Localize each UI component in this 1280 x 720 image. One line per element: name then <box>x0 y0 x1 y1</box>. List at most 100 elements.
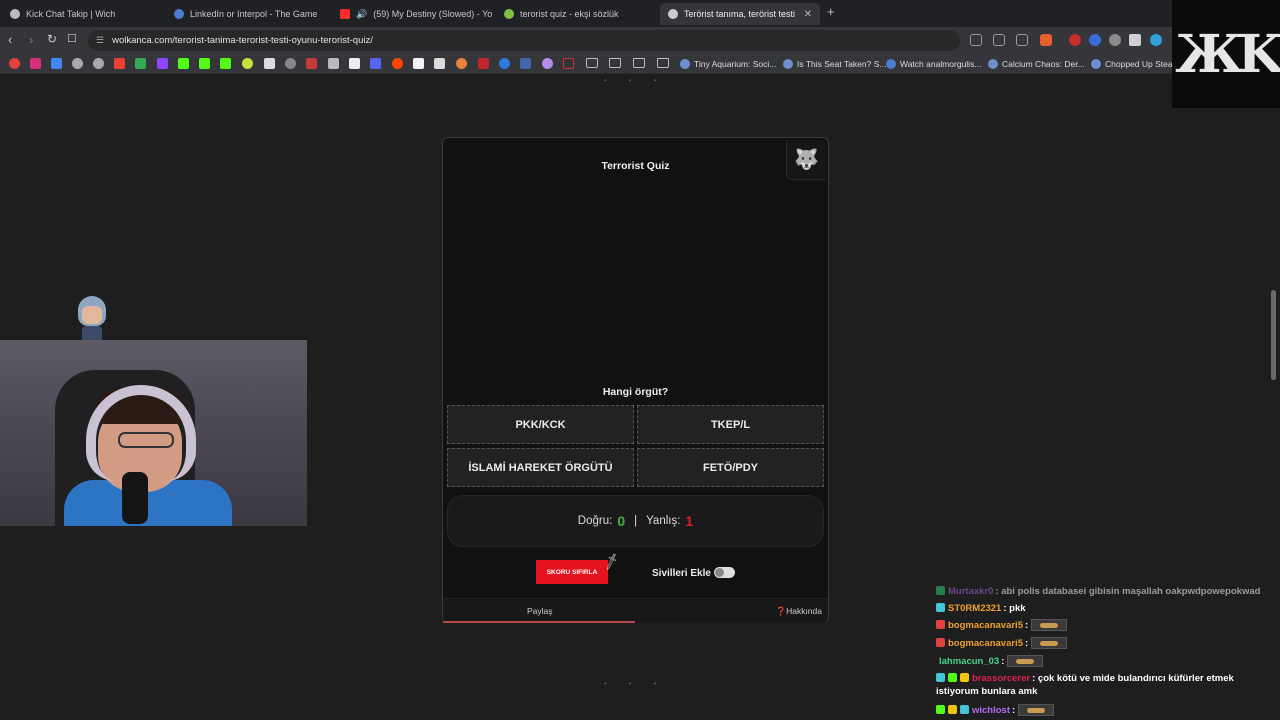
chat-badge-icon <box>960 673 969 682</box>
bookmark-label: Is This Seat Taken? S... <box>797 59 887 69</box>
bookmark-icon[interactable] <box>328 58 339 69</box>
tab-youtube[interactable]: 🔊 (59) My Destiny (Slowed) - YouTu <box>332 3 492 25</box>
tab-close-icon[interactable]: ✕ <box>804 9 812 20</box>
folder-icon[interactable] <box>609 58 621 68</box>
answer-option-tkep[interactable]: TKEP/L <box>637 405 824 444</box>
kick-bookmark-icon[interactable] <box>199 58 210 69</box>
reading-list-icon[interactable] <box>993 34 1005 46</box>
extension-bookmark-icon[interactable] <box>242 58 253 69</box>
bookmark-icon[interactable] <box>563 58 574 69</box>
translate-bookmark-icon[interactable] <box>51 58 62 69</box>
bookmark-icon[interactable]: ☐ <box>67 32 77 45</box>
carousel-dots-bottom: ••• <box>604 679 679 688</box>
kick-bookmark-icon[interactable] <box>220 58 231 69</box>
chat-emote-icon <box>1018 704 1055 716</box>
ublock-icon[interactable] <box>1069 34 1081 46</box>
bookmark-icon[interactable] <box>499 58 510 69</box>
bookmark-icon[interactable] <box>520 58 531 69</box>
share-icon[interactable] <box>1016 34 1028 46</box>
drive-bookmark-icon[interactable] <box>135 58 146 69</box>
tab-kick-chat[interactable]: Kick Chat Takip | Wich <box>2 3 162 25</box>
browser-tab-strip: Kick Chat Takip | Wich LinkedIn or Inter… <box>0 0 1280 27</box>
answer-option-feto[interactable]: FETÖ/PDY <box>637 448 824 487</box>
tab-linkedin-interpol[interactable]: LinkedIn or Interpol - The Game <box>166 3 330 25</box>
page-scrollbar[interactable] <box>1271 290 1276 380</box>
bookmark-calcium-chaos[interactable]: Calcium Chaos: Der... <box>988 57 1085 71</box>
chat-text: : <box>1024 620 1029 631</box>
chat-badge-icon <box>960 705 969 714</box>
bookmark-icon[interactable] <box>434 58 445 69</box>
back-arrow-icon[interactable]: ‹ <box>8 32 12 47</box>
instagram-bookmark-icon[interactable] <box>30 58 41 69</box>
bookmark-watch[interactable]: Watch analmorgulis... <box>886 57 981 71</box>
chat-message: wichlost: <box>936 704 1055 717</box>
discord-bookmark-icon[interactable] <box>370 58 381 69</box>
bookmark-label: Watch analmorgulis... <box>900 59 982 69</box>
extension-icon[interactable] <box>1150 34 1162 46</box>
wolf-logo-icon[interactable]: 🐺 <box>786 140 826 180</box>
civilians-label: Sivilleri Ekle <box>652 568 711 579</box>
globe-bookmark-icon[interactable] <box>93 58 104 69</box>
chat-badge-icon <box>948 673 957 682</box>
about-link[interactable]: ❓Hakkında <box>775 606 822 617</box>
chat-badge-icon <box>936 586 945 595</box>
cast-icon[interactable] <box>970 34 982 46</box>
chat-username: Murtaxkr0 <box>948 586 994 597</box>
bookmark-icon[interactable] <box>285 58 296 69</box>
answer-option-islami-hareket[interactable]: İSLAMİ HAREKET ÖRGÜTÜ <box>447 448 634 487</box>
forward-arrow-icon[interactable]: › <box>29 32 33 47</box>
chat-text: : <box>1012 705 1016 716</box>
glasses <box>118 432 174 448</box>
anchor-bookmark-icon[interactable] <box>264 58 275 69</box>
bookmark-chopped-up[interactable]: Chopped Up Steam <box>1091 57 1180 71</box>
bookmark-seat-taken[interactable]: Is This Seat Taken? S... <box>783 57 886 71</box>
reset-score-button[interactable]: SKORU SIFIRLA <box>536 560 608 584</box>
tab-title: Terörist tanıma, terörist testi oyu <box>684 9 798 19</box>
bookmark-icon[interactable] <box>542 58 553 69</box>
bookmark-icon[interactable] <box>456 58 467 69</box>
folder-icon[interactable] <box>633 58 645 68</box>
eksi-leaf-icon <box>504 9 514 19</box>
extension-icon[interactable] <box>1109 34 1121 46</box>
score-separator: | <box>634 515 638 527</box>
address-bar[interactable]: ☰ wolkanca.com/terorist-tanima-terorist-… <box>88 30 960 51</box>
civilians-toggle[interactable] <box>714 567 735 578</box>
chat-username: ST0RM2321 <box>948 603 1002 614</box>
extension-icon[interactable] <box>1129 34 1141 46</box>
reload-icon[interactable]: ↻ <box>47 32 57 46</box>
bookmark-icon[interactable] <box>478 58 489 69</box>
correct-label: Doğru: <box>577 515 613 527</box>
chat-overlay: Murtaxkr0: abi polis databasei gibisin m… <box>936 585 1280 720</box>
stream-logo: ЖK <box>1172 0 1280 108</box>
folder-icon[interactable] <box>586 58 598 68</box>
quiz-title: Terrorist Quiz <box>601 160 670 172</box>
kick-bookmark-icon[interactable] <box>178 58 189 69</box>
chat-emote-icon <box>1031 619 1068 631</box>
gmail-bookmark-icon[interactable] <box>114 58 125 69</box>
reddit-bookmark-icon[interactable] <box>392 58 403 69</box>
chat-badge-icon <box>948 705 957 714</box>
new-tab-button[interactable]: + <box>827 4 835 19</box>
tab-terorist-quiz[interactable]: Terörist tanıma, terörist testi oyu ✕ <box>660 3 820 25</box>
tab-eksi-sozluk[interactable]: terorist quiz - ekşi sözlük <box>496 3 656 25</box>
share-link[interactable]: Paylaş <box>527 606 553 616</box>
bookmark-tiny-aquarium[interactable]: Tiny Aquarium: Soci... <box>680 57 776 71</box>
answer-option-pkk[interactable]: PKK/KCK <box>447 405 634 444</box>
about-label: Hakkında <box>786 606 822 616</box>
brave-shield-icon[interactable] <box>1040 34 1052 46</box>
share-underline <box>443 621 635 623</box>
twitch-bookmark-icon[interactable] <box>157 58 168 69</box>
site-info-icon[interactable]: ☰ <box>96 35 104 46</box>
extension-icon[interactable] <box>1089 34 1101 46</box>
chat-message: brassorcerer: çok kötü ve mide bulandırı… <box>936 672 1276 698</box>
globe-bookmark-icon[interactable] <box>72 58 83 69</box>
url-text[interactable]: wolkanca.com/terorist-tanima-terorist-te… <box>112 35 373 46</box>
chat-text: : <box>1024 638 1029 649</box>
bookmark-icon[interactable] <box>413 58 424 69</box>
chat-text: : <box>1001 656 1005 667</box>
x-bookmark-icon[interactable] <box>349 58 360 69</box>
tab-title: Kick Chat Takip | Wich <box>26 9 116 19</box>
folder-icon[interactable] <box>657 58 669 68</box>
youtube-bookmark-icon[interactable] <box>9 58 20 69</box>
bookmark-icon[interactable] <box>306 58 317 69</box>
